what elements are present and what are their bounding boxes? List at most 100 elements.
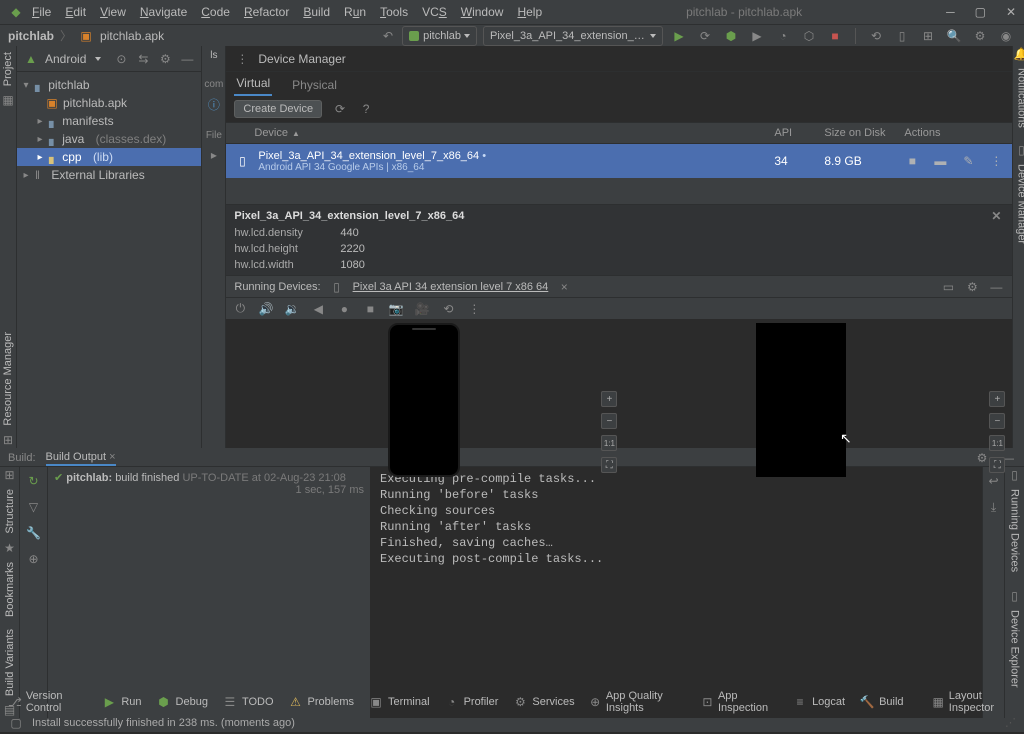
menu-build[interactable]: Build xyxy=(303,5,330,19)
tool-profiler[interactable]: ◔Profiler xyxy=(444,694,499,710)
stop-button-icon[interactable]: ■ xyxy=(827,28,843,44)
home-icon[interactable]: ● xyxy=(336,301,352,317)
back-icon[interactable]: ◀ xyxy=(310,301,326,317)
soft-wrap-icon[interactable]: ↩ xyxy=(986,473,1002,489)
resource-manager-icon[interactable]: ⊞ xyxy=(0,432,16,448)
coverage-icon[interactable]: ▶ xyxy=(749,28,765,44)
chevron-right-icon[interactable]: ▸ xyxy=(206,147,222,163)
more-emulator-icon[interactable]: ⋮ xyxy=(466,301,482,317)
tool-logcat[interactable]: ≡Logcat xyxy=(792,694,845,710)
account-icon[interactable]: ◉ xyxy=(998,28,1014,44)
maximize-button[interactable]: ▢ xyxy=(975,5,986,19)
zoom-out-icon[interactable]: − xyxy=(601,413,617,429)
col-size[interactable]: Size on Disk xyxy=(824,127,904,139)
menu-tools[interactable]: Tools xyxy=(380,5,408,19)
tool-device-explorer[interactable]: Device Explorer xyxy=(1009,610,1021,688)
project-icon[interactable]: ▦ xyxy=(0,92,16,108)
profile-icon[interactable]: ◔ xyxy=(775,28,791,44)
notifications-icon[interactable]: 🔔 xyxy=(1013,46,1024,62)
tool-services[interactable]: ⚙Services xyxy=(512,694,574,710)
folder-icon[interactable]: ▬ xyxy=(932,153,948,169)
device-row[interactable]: ▯ Pixel_3a_API_34_extension_level_7_x86_… xyxy=(226,144,1012,178)
avd-icon[interactable]: ▯ xyxy=(894,28,910,44)
zoom-fit-icon[interactable]: ⛶ xyxy=(989,457,1005,473)
sdk-icon[interactable]: ⊞ xyxy=(920,28,936,44)
toggle-icon[interactable]: ⊕ xyxy=(26,551,42,567)
attach-debugger-icon[interactable]: ⬡ xyxy=(801,28,817,44)
run-button-icon[interactable]: ▶ xyxy=(671,28,687,44)
zoom-fit-icon[interactable]: ⛶ xyxy=(601,457,617,473)
tool-device-manager[interactable]: Device Manager xyxy=(1015,164,1024,244)
tool-run[interactable]: ▶Run xyxy=(101,694,141,710)
hide-emulator-icon[interactable]: — xyxy=(988,279,1004,295)
tool-build-variants[interactable]: Build Variants xyxy=(4,629,16,696)
zoom-ratio-button[interactable]: 1:1 xyxy=(601,435,617,451)
wrench-icon[interactable]: 🔧 xyxy=(26,525,42,541)
edit-icon[interactable]: ✎ xyxy=(960,153,976,169)
handle-icon[interactable]: ⋮ xyxy=(234,51,250,67)
build-status-row[interactable]: ✔ pitchlab: build finished UP-TO-DATE at… xyxy=(54,471,364,484)
tool-layout-inspector[interactable]: ▦Layout Inspector xyxy=(932,690,1016,714)
tree-external-libs[interactable]: ▸‖ External Libraries xyxy=(17,166,201,184)
tool-bookmarks[interactable]: Bookmarks xyxy=(4,562,16,617)
zoom-in-icon[interactable]: + xyxy=(601,391,617,407)
breadcrumb-project[interactable]: pitchlab xyxy=(8,29,54,43)
tool-notifications[interactable]: Notifications xyxy=(1015,68,1024,128)
tree-filter-icon[interactable]: ⊙ xyxy=(113,51,129,67)
tool-problems[interactable]: ⚠Problems xyxy=(288,694,354,710)
menu-view[interactable]: View xyxy=(100,5,126,19)
tool-aqi[interactable]: ⊕App Quality Insights xyxy=(589,690,687,714)
settings-icon[interactable]: ⚙ xyxy=(972,28,988,44)
rotate-icon[interactable]: ⟲ xyxy=(440,301,456,317)
tool-build[interactable]: 🔨Build xyxy=(859,694,903,710)
tree-settings-icon[interactable]: ⚙ xyxy=(157,51,173,67)
tool-app-inspection[interactable]: ⊡App Inspection xyxy=(701,690,778,714)
help-icon[interactable]: ? xyxy=(358,101,374,117)
volume-up-icon[interactable]: 🔊 xyxy=(258,301,274,317)
tool-running-devices[interactable]: Running Devices xyxy=(1009,489,1021,572)
window-mode-icon[interactable]: ▭ xyxy=(940,279,956,295)
menu-help[interactable]: Help xyxy=(517,5,542,19)
tool-todo[interactable]: ☰TODO xyxy=(222,694,274,710)
tree-apk[interactable]: ▣pitchlab.apk xyxy=(17,94,201,112)
debug-icon[interactable]: ⬢ xyxy=(723,28,739,44)
menu-refactor[interactable]: Refactor xyxy=(244,5,289,19)
record-icon[interactable]: 🎥 xyxy=(414,301,430,317)
tree-root[interactable]: ▾▖pitchlab xyxy=(17,76,201,94)
more-icon[interactable]: ⋮ xyxy=(988,153,1004,169)
menu-navigate[interactable]: Navigate xyxy=(140,5,187,19)
resize-grip-icon[interactable]: ⋰ xyxy=(1005,716,1016,729)
tool-project[interactable]: Project xyxy=(2,52,14,86)
tool-debug[interactable]: ⬢Debug xyxy=(156,694,208,710)
close-detail-icon[interactable]: ✕ xyxy=(988,208,1004,224)
module-selector[interactable]: pitchlab xyxy=(402,26,477,46)
screenshot-icon[interactable]: 📷 xyxy=(388,301,404,317)
menu-vcs[interactable]: VCS xyxy=(422,5,447,19)
close-tab-icon[interactable]: × xyxy=(556,279,572,295)
tree-hide-icon[interactable]: — xyxy=(179,51,195,67)
volume-down-icon[interactable]: 🔉 xyxy=(284,301,300,317)
refresh-icon[interactable]: ⟳ xyxy=(332,101,348,117)
secondary-display[interactable] xyxy=(756,323,846,477)
menu-code[interactable]: Code xyxy=(201,5,230,19)
tree-cpp[interactable]: ▸▖cpp (lib) xyxy=(17,148,201,166)
menu-edit[interactable]: Edit xyxy=(65,5,86,19)
menu-window[interactable]: Window xyxy=(461,5,504,19)
close-button[interactable]: ✕ xyxy=(1006,5,1016,19)
col-actions[interactable]: Actions xyxy=(904,127,940,139)
overview-icon[interactable]: ■ xyxy=(362,301,378,317)
bookmarks-icon[interactable]: ★ xyxy=(2,540,18,556)
scroll-end-icon[interactable]: ⤓ xyxy=(986,499,1002,515)
menu-file[interactable]: File xyxy=(32,5,51,19)
running-devices-icon[interactable]: ▯ xyxy=(1007,467,1023,483)
tab-virtual[interactable]: Virtual xyxy=(234,72,272,96)
stop-device-icon[interactable]: ■ xyxy=(904,153,920,169)
filter-icon[interactable]: ▽ xyxy=(26,499,42,515)
rerun-icon[interactable]: ↻ xyxy=(26,473,42,489)
tree-expand-icon[interactable]: ⇆ xyxy=(135,51,151,67)
tree-manifests[interactable]: ▸▖manifests xyxy=(17,112,201,130)
tool-terminal[interactable]: ▣Terminal xyxy=(368,694,430,710)
col-device[interactable]: Device▲ xyxy=(234,127,774,139)
col-api[interactable]: API xyxy=(774,127,824,139)
structure-icon[interactable]: ⊞ xyxy=(2,467,18,483)
